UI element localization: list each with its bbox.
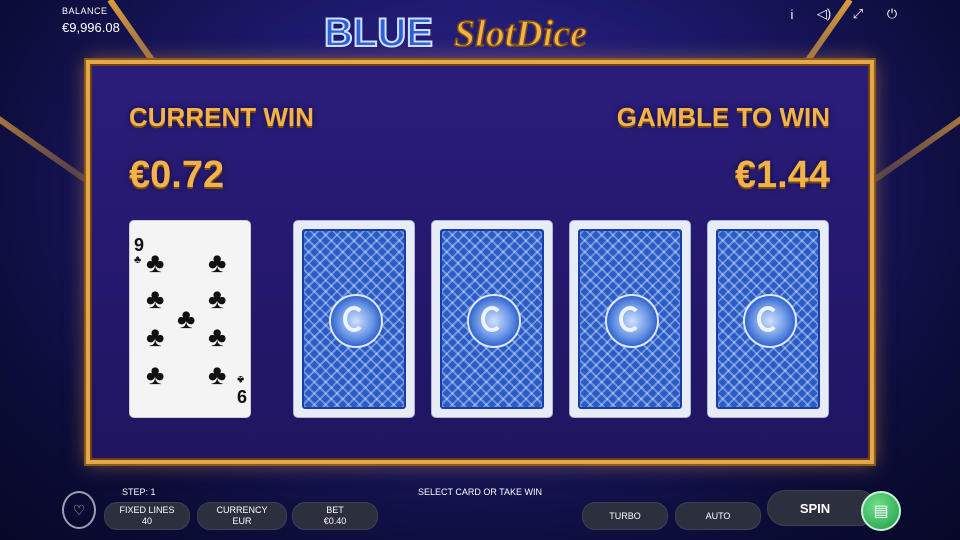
game-logo: BLUE SlotDice xyxy=(322,4,638,56)
currency-button[interactable]: CURRENCY EUR xyxy=(197,502,287,530)
auto-button[interactable]: AUTO xyxy=(675,502,761,530)
fixed-lines-display: FIXED LINES 40 xyxy=(104,502,190,530)
card-suit-top: ♣ xyxy=(134,254,142,266)
turbo-button[interactable]: TURBO xyxy=(582,502,668,530)
currency-label: CURRENCY xyxy=(216,505,268,515)
club-pip: ♣ xyxy=(146,247,165,278)
card-back-logo-icon xyxy=(329,294,383,348)
revealed-card: 9 ♣ ♣ ♣ ♣ ♣ ♣ ♣ ♣ ♣ ♣ ♣ 9 xyxy=(129,220,251,418)
step-indicator: STEP: 1 xyxy=(122,487,156,497)
card-rank-top: 9 xyxy=(134,235,145,255)
club-pip: ♣ xyxy=(208,283,227,314)
fixed-lines-value: 40 xyxy=(141,516,152,526)
club-pip: ♣ xyxy=(208,359,227,390)
current-win-value: €0.72 xyxy=(129,154,225,196)
club-pip: ♣ xyxy=(146,283,165,314)
gamble-to-win-value: €1.44 xyxy=(734,154,830,196)
card-back-pattern xyxy=(716,229,820,409)
logo-blue-text: BLUE xyxy=(324,11,433,55)
top-bar: BALANCE €9,996.08 BLUE SlotDice i ◁) ⤢ ⏻ xyxy=(0,0,960,56)
hidden-card-1[interactable] xyxy=(293,220,415,418)
card-back-logo-icon xyxy=(467,294,521,348)
club-pip: ♣ xyxy=(177,303,196,334)
collect-money-icon[interactable]: ▤ xyxy=(861,491,901,531)
card-rank-bottom: 9 xyxy=(237,386,248,406)
hidden-card-4[interactable] xyxy=(707,220,829,418)
fullscreen-icon[interactable]: ⤢ xyxy=(848,4,868,24)
power-icon[interactable]: ⏻ xyxy=(882,4,902,24)
gamble-cards-icon[interactable]: ♡ xyxy=(62,491,96,529)
bet-button[interactable]: BET €0.40 xyxy=(292,502,378,530)
info-icon[interactable]: i xyxy=(782,4,802,24)
auto-label: AUTO xyxy=(705,510,731,521)
gamble-to-win-label: GAMBLE TO WIN xyxy=(616,102,830,132)
fixed-lines-label: FIXED LINES xyxy=(119,505,175,515)
club-pip: ♣ xyxy=(146,321,165,352)
hidden-card-3[interactable] xyxy=(569,220,691,418)
hidden-card-2[interactable] xyxy=(431,220,553,418)
current-win-label: CURRENT WIN xyxy=(129,102,314,132)
sound-icon[interactable]: ◁) xyxy=(814,4,834,24)
bet-label: BET xyxy=(326,505,344,515)
logo-gold-text: SlotDice xyxy=(454,13,587,55)
bet-value: €0.40 xyxy=(323,516,347,526)
card-back-logo-icon xyxy=(605,294,659,348)
card-back-pattern xyxy=(440,229,544,409)
turbo-label: TURBO xyxy=(609,510,641,521)
balance-label: BALANCE xyxy=(62,6,108,16)
currency-value: EUR xyxy=(232,516,252,526)
card-back-logo-icon xyxy=(743,294,797,348)
card-suit-bottom: ♣ xyxy=(237,373,245,385)
card-back-pattern xyxy=(302,229,406,409)
club-pip: ♣ xyxy=(208,247,227,278)
club-pip: ♣ xyxy=(146,359,165,390)
club-pip: ♣ xyxy=(208,321,227,352)
spin-label: SPIN xyxy=(799,500,831,516)
status-message: SELECT CARD OR TAKE WIN xyxy=(417,487,543,497)
card-back-pattern xyxy=(578,229,682,409)
balance-value: €9,996.08 xyxy=(62,20,120,35)
